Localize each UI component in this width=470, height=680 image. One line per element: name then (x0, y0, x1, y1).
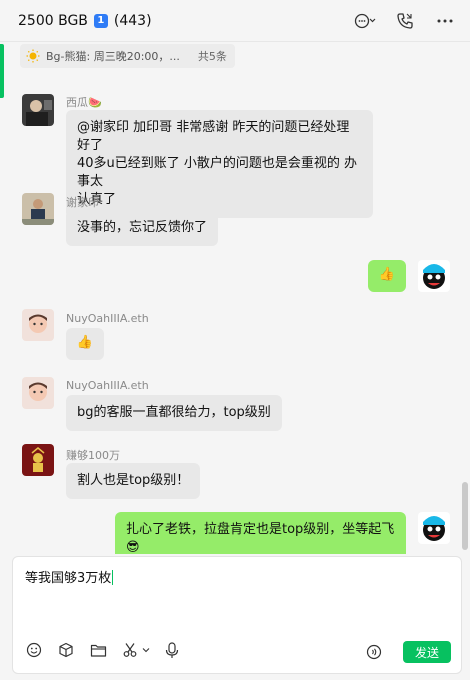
sender-name: NuyOahIIIA.eth (66, 312, 149, 325)
message-bubble[interactable]: bg的客服一直都很给力，top级别 (66, 395, 282, 431)
box-icon[interactable] (55, 639, 77, 661)
message-bubble[interactable]: 👍 (66, 328, 104, 360)
chat-more-icon[interactable] (354, 10, 376, 32)
composer-toolbar (23, 639, 183, 661)
message-text: 扎心了老铁，拉盘肯定也是top级别，坐等起飞😎 (126, 522, 395, 554)
self-avatar[interactable] (418, 512, 450, 544)
more-icon[interactable] (434, 10, 456, 32)
scrollbar[interactable] (462, 482, 468, 550)
message-text: 👍 (378, 267, 396, 282)
chevron-down-icon[interactable] (141, 639, 151, 661)
message-bubble[interactable]: 没事的，忘记反馈你了 (66, 210, 219, 246)
chat-header: 2500 BGB 1 (443) (0, 0, 470, 42)
sender-name: NuyOahIIIA.eth (66, 379, 149, 392)
sun-icon (26, 49, 40, 63)
scissors-icon[interactable] (119, 639, 141, 661)
avatar[interactable] (22, 309, 54, 341)
message-bubble[interactable]: @谢家印 加印哥 非常感谢 昨天的问题已经处理好了 40多u已经到账了 小散户的… (66, 110, 373, 218)
message-text-line: @谢家印 加印哥 非常感谢 昨天的问题已经处理好了 (77, 120, 350, 153)
message-bubble[interactable]: 割人也是top级别！ (66, 463, 201, 499)
sender-name: 赚够100万 (66, 449, 120, 462)
sender-name: 谢家印 (66, 196, 99, 209)
send-button[interactable]: 发送 (403, 641, 451, 663)
pinned-total: 共5条 (197, 50, 227, 63)
sender-name: 西瓜🍉 (66, 96, 102, 109)
message-input-value: 等我国够3万枚 (25, 571, 112, 586)
message-text: 👍 (76, 335, 94, 350)
message-bubble-out[interactable]: 👍 (368, 260, 406, 292)
avatar[interactable] (22, 193, 54, 225)
message-text-line: 认真了 (77, 192, 117, 207)
self-avatar[interactable] (418, 260, 450, 292)
avatar[interactable] (22, 94, 54, 126)
message-text: 割人也是top级别！ (77, 473, 190, 488)
message-input[interactable]: 等我国够3万枚 (25, 567, 114, 586)
message-text: bg的客服一直都很给力，top级别 (77, 405, 271, 420)
pinned-text: Bg-熊猫: 周三晚20:00，... (46, 50, 180, 63)
emoji-icon[interactable] (23, 639, 45, 661)
chat-badge: 1 (93, 13, 108, 28)
text-caret (112, 570, 114, 585)
voice-wave-icon[interactable] (363, 641, 385, 663)
message-text-line: 40多u已经到账了 小散户的问题也是会重视的 办事太 (77, 156, 358, 189)
send-area: 发送 (363, 641, 451, 663)
chat-title: 2500 BGB (18, 12, 88, 29)
call-icon[interactable] (394, 10, 416, 32)
pinned-announcement[interactable]: Bg-熊猫: 周三晚20:00，... 共5条 (20, 44, 235, 68)
member-count: (443) (113, 12, 152, 29)
avatar[interactable] (22, 444, 54, 476)
avatar[interactable] (22, 377, 54, 409)
microphone-icon[interactable] (161, 639, 183, 661)
message-bubble-out[interactable]: 扎心了老铁，拉盘肯定也是top级别，坐等起飞😎 (115, 512, 406, 554)
message-list[interactable]: 西瓜🍉 @谢家印 加印哥 非常感谢 昨天的问题已经处理好了 40多u已经到账了 … (0, 80, 470, 554)
folder-icon[interactable] (87, 639, 109, 661)
message-composer[interactable]: 等我国够3万枚 发送 (12, 556, 462, 674)
header-actions (354, 10, 456, 32)
message-text: 没事的，忘记反馈你了 (77, 220, 208, 235)
